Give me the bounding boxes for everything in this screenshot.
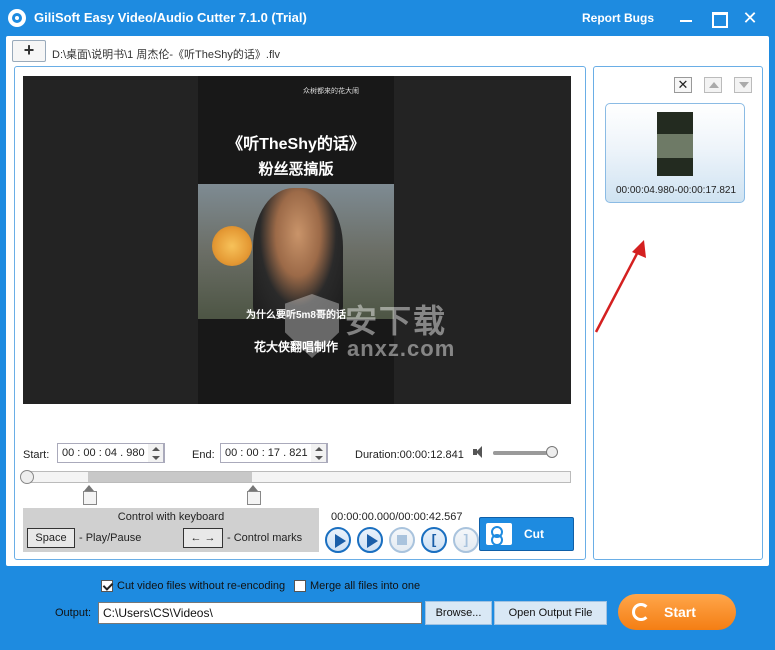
keyboard-help-title: Control with keyboard [117,511,225,523]
merge-files-label: Merge all files into one [310,580,421,592]
end-marker-handle[interactable] [245,485,261,505]
merge-files-checkbox[interactable] [294,580,306,592]
watermark-url: anxz.com [347,336,456,361]
playback-time-readout: 00:00:00.000/00:00:42.567 [331,511,463,523]
start-button-label: Start [664,604,696,620]
volume-knob[interactable] [546,446,558,458]
cut-button[interactable]: Cut [479,517,574,551]
mark-out-button[interactable]: ] [453,527,479,553]
play-button[interactable] [325,527,351,553]
video-title-line2: 粉丝恶搞版 [258,161,334,178]
start-label: Start: [23,449,50,461]
no-reencode-checkbox[interactable] [101,580,113,592]
start-marker-handle[interactable] [81,485,97,505]
video-overlay-small-text: 众树都来的花大闹 [303,88,359,95]
output-label: Output: [55,607,92,619]
keyboard-help: Control with keyboard Space - Play/Pause… [23,508,319,552]
remove-clip-button[interactable]: ✕ [674,77,692,93]
watermark-shield-icon [285,294,339,358]
play-selection-button[interactable] [357,527,383,553]
space-key-desc: - Play/Pause [79,532,142,544]
annotation-arrow [594,240,646,333]
app-logo-icon [8,9,26,27]
clip-item[interactable]: 00:00:04.980-00:00:17.821 [605,103,745,203]
add-file-button[interactable]: + [12,40,46,62]
minimize-icon[interactable] [676,8,696,28]
open-output-button[interactable]: Open Output File [494,601,607,625]
video-preview[interactable]: 众树都来的花大闹 《听TheShy的话》 粉丝恶搞版 为什么要听5m8哥的话 花… [23,76,571,404]
main-panel: + D:\桌面\说明书\1 周杰伦-《听TheShy的话》.flv 众树都来的花… [6,36,769,566]
clip-time-range: 00:00:04.980-00:00:17.821 [615,185,737,196]
end-label: End: [192,449,215,461]
watermark: 安下载 anxz.com [285,294,515,364]
start-time-spinner[interactable] [148,443,164,463]
stop-button[interactable] [389,527,415,553]
clip-thumbnail [657,112,693,176]
move-up-button[interactable] [704,77,722,93]
start-button[interactable]: Start [618,594,736,630]
browse-button[interactable]: Browse... [425,601,492,625]
scissors-icon [486,523,512,546]
output-path-field[interactable] [98,602,422,624]
file-path: D:\桌面\说明书\1 周杰伦-《听TheShy的话》.flv [52,49,280,61]
speaker-icon[interactable] [473,445,487,459]
report-bugs-link[interactable]: Report Bugs [582,11,654,25]
mark-out-icon: ] [463,531,469,547]
move-down-button[interactable] [734,77,752,93]
window-title: GiliSoft Easy Video/Audio Cutter 7.1.0 (… [34,10,307,25]
end-time-spinner[interactable] [311,443,327,463]
cut-button-label: Cut [524,527,544,541]
sun-decoration-icon [212,226,252,266]
play-icon [335,534,346,548]
close-icon[interactable]: ✕ [740,8,760,28]
playhead-knob[interactable] [20,470,34,484]
no-reencode-label: Cut video files without re-encoding [117,580,286,592]
mark-in-button[interactable]: [ [421,527,447,553]
play-selection-icon [367,534,378,548]
mark-in-icon: [ [431,531,437,547]
volume-slider[interactable] [493,451,553,455]
volume-fill [493,451,547,455]
player-panel: 众树都来的花大闹 《听TheShy的话》 粉丝恶搞版 为什么要听5m8哥的话 花… [14,66,586,560]
stop-icon [397,535,407,545]
maximize-icon[interactable] [708,8,728,28]
timeline-bar[interactable] [20,470,571,484]
video-title-line1: 《听TheShy的话》 [227,136,365,153]
arrow-keys: ← → [183,528,223,548]
timeline-selection [88,472,252,482]
space-key: Space [27,528,75,548]
arrow-keys-desc: - Control marks [227,532,303,544]
refresh-icon [632,603,650,621]
duration-label: Duration:00:00:12.841 [355,449,464,461]
title-bar: GiliSoft Easy Video/Audio Cutter 7.1.0 (… [0,0,775,36]
